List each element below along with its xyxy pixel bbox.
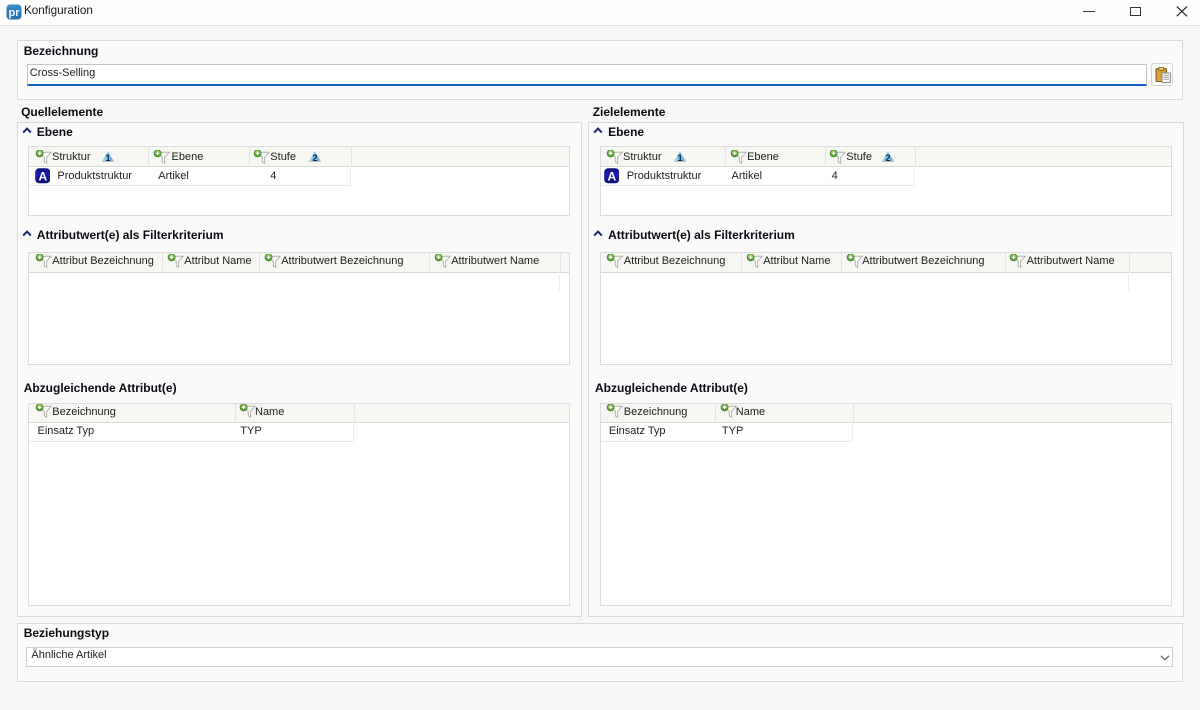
svg-text:2: 2 [885,153,890,163]
svg-text:1: 1 [677,153,683,163]
svg-text:2: 2 [312,153,317,163]
svg-text:1: 1 [105,153,111,163]
svg-text:A: A [607,169,616,183]
svg-text:A: A [38,169,47,183]
svg-text:pr: pr [9,7,21,19]
